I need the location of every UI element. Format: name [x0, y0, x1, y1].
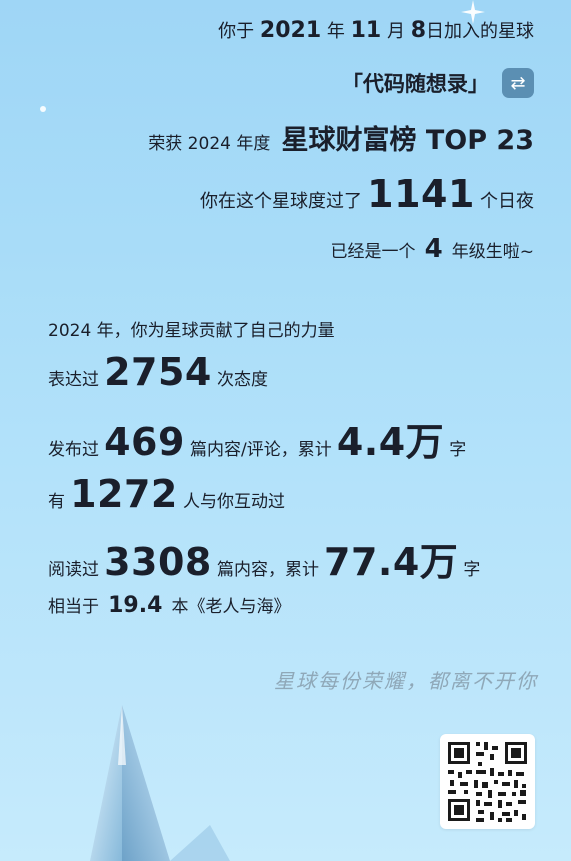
honor-prefix: 荣获 2024 年度 [148, 134, 271, 154]
posts-suffix: 字 [449, 440, 467, 460]
join-suffix: 日加入的星球 [426, 21, 534, 42]
read-line: 阅读过 3308 篇内容，累计 77.4万 字 [48, 531, 480, 586]
days-suffix: 个日夜 [480, 191, 534, 212]
equiv-value: 19.4 [108, 593, 163, 618]
days-value: 1141 [367, 172, 475, 216]
swap-icon[interactable]: ⇄ [502, 68, 534, 98]
join-year-unit: 年 [326, 21, 345, 42]
join-year: 2021 [259, 18, 322, 43]
posts-middle: 篇内容/评论，累计 [190, 440, 332, 460]
grade-prefix: 已经是一个 [330, 242, 416, 262]
planet-name: 「代码随想录」 [341, 72, 489, 96]
read-suffix: 字 [463, 560, 481, 580]
honor-title: 星球财富榜 TOP 23 [281, 125, 534, 156]
join-month: 11 [350, 18, 382, 43]
posts-prefix: 发布过 [48, 440, 99, 460]
interact-suffix: 人与你互动过 [182, 492, 285, 512]
attitude-prefix: 表达过 [48, 370, 99, 390]
attitude-suffix: 次态度 [216, 370, 268, 390]
join-month-unit: 月 [386, 21, 405, 42]
attitude-value: 2754 [104, 350, 212, 394]
read-prefix: 阅读过 [48, 560, 99, 580]
grade-value: 4 [424, 234, 443, 264]
days-prefix: 你在这个星球度过了 [200, 191, 363, 212]
interact-value: 1272 [70, 472, 178, 516]
join-prefix: 你于 [218, 21, 255, 42]
days-line: 你在这个星球度过了 1141 个日夜 [200, 172, 534, 216]
qr-code-icon[interactable] [440, 734, 535, 829]
interact-line: 有 1272 人与你互动过 [48, 472, 285, 516]
equiv-prefix: 相当于 [48, 597, 99, 617]
grade-suffix: 年级生啦~ [451, 242, 534, 262]
planet-line: 「代码随想录」 ⇄ [342, 68, 534, 98]
join-date-line: 你于 2021 年 11 月 8日加入的星球 [218, 17, 534, 43]
sparkle-icon [40, 106, 46, 112]
read-words: 77.4万 [324, 540, 459, 584]
posts-line: 发布过 469 篇内容/评论，累计 4.4万 字 [48, 411, 466, 466]
attitude-line: 表达过 2754 次态度 [48, 350, 268, 394]
qr-code-graphic [448, 742, 527, 822]
read-middle: 篇内容，累计 [216, 560, 319, 580]
posts-value: 469 [104, 420, 185, 464]
equiv-line: 相当于 19.4 本《老人与海》 [48, 592, 290, 618]
posts-words: 4.4万 [336, 420, 445, 464]
interact-prefix: 有 [48, 492, 65, 512]
honor-line: 荣获 2024 年度 星球财富榜 TOP 23 [148, 118, 534, 157]
stats-intro: 2024 年，你为星球贡献了自己的力量 [48, 321, 335, 341]
equiv-suffix: 本《老人与海》 [171, 597, 291, 617]
slogan: 星球每份荣耀，都离不开你 [274, 669, 538, 693]
grade-line: 已经是一个 4 年级生啦~ [330, 234, 534, 264]
read-value: 3308 [104, 540, 212, 584]
crystal-decoration-icon [90, 705, 230, 861]
join-day: 8 [410, 18, 426, 43]
